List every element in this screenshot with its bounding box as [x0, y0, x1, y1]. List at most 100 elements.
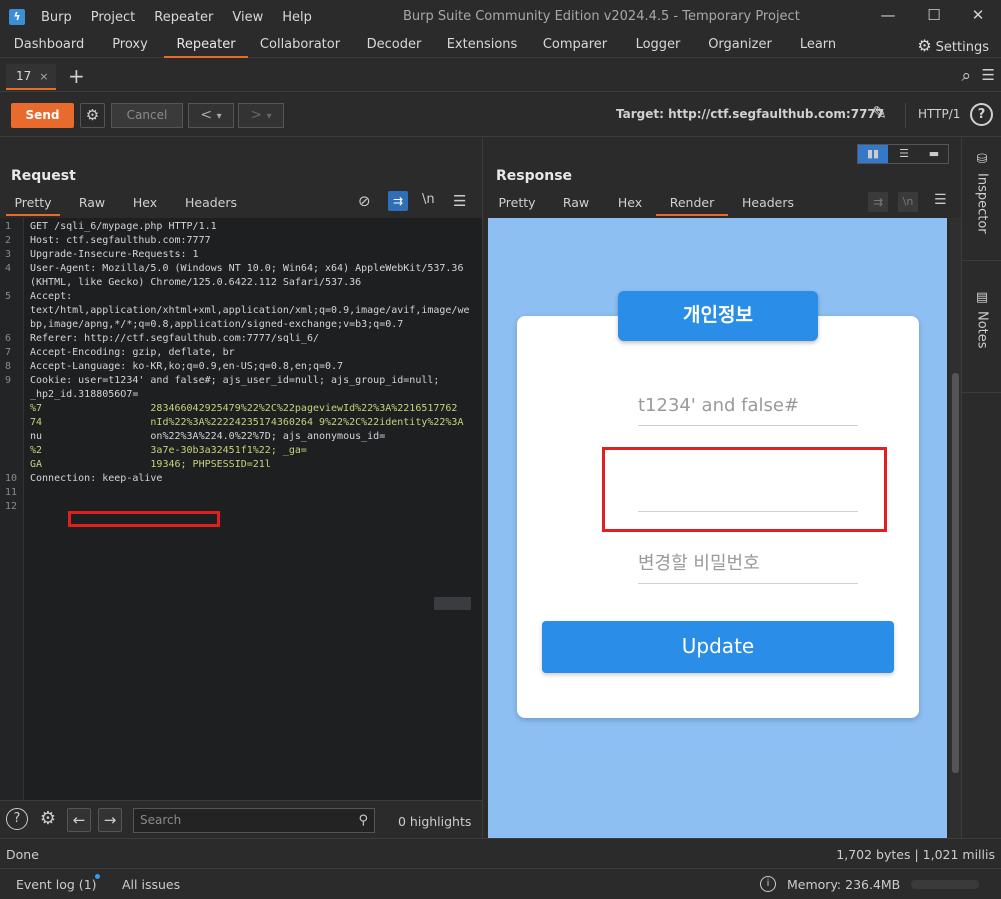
settings-label: Settings [935, 40, 989, 55]
tab-proxy[interactable]: Proxy [100, 34, 160, 58]
request-tab-raw[interactable]: Raw [72, 194, 112, 216]
next-match-icon[interactable]: → [98, 808, 122, 832]
code-line: 3 Upgrade-Insecure-Requests: 1 [5, 249, 199, 260]
tab-extensions[interactable]: Extensions [440, 34, 524, 58]
add-tab-icon[interactable]: + [68, 64, 85, 88]
menu-icon[interactable]: ☰ [934, 192, 947, 208]
response-tab-hex[interactable]: Hex [610, 194, 650, 216]
tab-logger[interactable]: Logger [626, 34, 690, 58]
request-tab-headers[interactable]: Headers [178, 194, 244, 216]
info-icon[interactable]: i [760, 876, 776, 892]
request-tab-hex[interactable]: Hex [124, 194, 166, 216]
memory-label: Memory: 236.4MB [787, 877, 901, 892]
wrap-text-icon[interactable]: ⇉ [388, 191, 408, 211]
code-line: 7 Accept-Encoding: gzip, deflate, br [5, 347, 235, 358]
help-icon[interactable]: ? [6, 808, 28, 830]
event-log-button[interactable]: Event log (1) [16, 877, 97, 892]
newline-icon[interactable]: \n [898, 192, 918, 212]
tab-dashboard[interactable]: Dashboard [5, 34, 93, 58]
gear-icon[interactable]: ⚙ [36, 808, 60, 832]
split-horizontal-icon[interactable]: ▮▮ [858, 145, 888, 163]
search-icon[interactable]: ⌕ [961, 66, 971, 86]
right-sidebar: ⛁ Inspector ▤ Notes [961, 138, 1001, 838]
gear-icon[interactable]: ⚙ [80, 103, 105, 128]
request-editor[interactable]: 1 GET /sqli_6/mypage.php HTTP/1.1 2 Host: … [0, 218, 482, 800]
close-tab-icon[interactable]: × [39, 70, 48, 83]
menu-icon[interactable]: ☰ [982, 66, 995, 84]
repeater-toolbar: Send ⚙ Cancel < ▾ > ▾ Target: http://ctf… [0, 93, 1001, 137]
http-version[interactable]: HTTP/1 [918, 107, 960, 121]
code-line: 4 User-Agent: Mozilla/5.0 (Windows NT 10.… [5, 263, 464, 274]
code-line: 74 nId%22%3A%22224235174360264 9%22%2C%2… [30, 417, 464, 428]
split-vertical-icon[interactable]: ☰ [889, 145, 919, 163]
newline-icon[interactable]: \n [422, 192, 435, 207]
notification-dot [95, 874, 100, 879]
menu-bar: Burp Project Repeater View Help [41, 10, 331, 25]
memory-bar [911, 880, 979, 889]
menu-icon[interactable]: ☰ [453, 192, 466, 210]
help-icon[interactable]: ? [970, 103, 993, 126]
notes-label: Notes [974, 311, 990, 349]
profile-card: 개인정보 t1234' and false# 변경할 비밀번호 Update [517, 291, 919, 718]
send-button[interactable]: Send [11, 103, 74, 128]
request-panel: Request Pretty Raw Hex Headers ⊘ ⇉ \n ☰ … [0, 138, 483, 838]
prev-match-icon[interactable]: ← [67, 808, 91, 832]
scroll-thumb[interactable] [952, 373, 959, 773]
response-tab-headers[interactable]: Headers [734, 194, 802, 216]
request-tab-pretty[interactable]: Pretty [6, 194, 60, 216]
menu-help[interactable]: Help [282, 10, 312, 25]
menu-project[interactable]: Project [91, 10, 135, 25]
tab-collaborator[interactable]: Collaborator [252, 34, 348, 58]
repeater-tab-label: 17 [16, 69, 32, 83]
response-tab-render[interactable]: Render [656, 194, 728, 216]
field-highlight-box [602, 447, 887, 532]
close-window-icon[interactable]: ✕ [968, 6, 988, 24]
tab-repeater[interactable]: Repeater [164, 34, 248, 58]
edit-target-icon[interactable]: ✎ [872, 103, 887, 124]
menu-repeater[interactable]: Repeater [154, 10, 213, 25]
all-issues-button[interactable]: All issues [122, 877, 180, 892]
tab-decoder[interactable]: Decoder [356, 34, 432, 58]
inspector-tab[interactable]: ⛁ Inspector [962, 152, 1001, 238]
hide-eye-icon[interactable]: ⊘ [358, 192, 371, 210]
forward-button[interactable]: > ▾ [238, 103, 284, 128]
repeater-tab-17[interactable]: 17 × [6, 64, 56, 90]
settings-button[interactable]: ⚙ Settings [917, 34, 989, 58]
back-button[interactable]: < ▾ [188, 103, 234, 128]
status-text: Done [6, 847, 39, 862]
response-tab-pretty[interactable]: Pretty [492, 194, 542, 216]
maximize-icon[interactable]: ☐ [924, 6, 944, 24]
code-line: nu on%22%3A%224.0%22%7D; ajs_anonymous_i… [30, 431, 386, 442]
tab-comparer[interactable]: Comparer [535, 34, 615, 58]
code-line: text/html,application/xhtml+xml,applicat… [30, 305, 470, 316]
code-line: 6 Referer: http://ctf.segfaulthub.com:777… [5, 333, 319, 344]
search-input[interactable]: Search ⚲ [133, 808, 375, 833]
repeater-tab-bar: 17 × + ⌕ ☰ [0, 60, 1001, 92]
update-button[interactable]: Update [542, 621, 894, 673]
new-password-field[interactable]: 변경할 비밀번호 [638, 544, 858, 584]
selection-block [434, 597, 471, 610]
search-placeholder: Search [140, 813, 182, 827]
response-scrollbar[interactable] [950, 218, 961, 838]
code-line: (KHTML, like Gecko) Chrome/125.0.6422.11… [30, 277, 362, 288]
tab-organizer[interactable]: Organizer [700, 34, 780, 58]
notes-tab[interactable]: ▤ Notes [962, 290, 1001, 353]
single-view-icon[interactable]: ▬ [919, 145, 949, 163]
code-line: 1 GET /sqli_6/mypage.php HTTP/1.1 [5, 221, 217, 232]
response-tab-raw[interactable]: Raw [556, 194, 596, 216]
layout-toggle: ▮▮ ☰ ▬ [857, 144, 949, 164]
code-line: _hp2_id.3188056O7= [30, 389, 139, 400]
wrap-text-icon[interactable]: ⇉ [868, 192, 888, 212]
inspector-label: Inspector [974, 173, 990, 234]
menu-view[interactable]: View [232, 10, 263, 25]
highlights-count: 0 highlights [398, 814, 472, 829]
menu-burp[interactable]: Burp [41, 10, 72, 25]
minimize-icon[interactable]: — [878, 6, 898, 24]
code-line: 8 Accept-Language: ko-KR,ko;q=0.9,en-US;q… [5, 361, 344, 372]
response-panel: ▮▮ ☰ ▬ Response Pretty Raw Hex Render He… [484, 138, 961, 838]
user-id-field[interactable]: t1234' and false# [638, 386, 858, 426]
tab-learn[interactable]: Learn [790, 34, 846, 58]
response-title: Response [496, 168, 573, 184]
code-line: 9 Cookie: user=t1234' and false#; ajs_use… [5, 375, 440, 386]
cancel-button[interactable]: Cancel [111, 103, 183, 128]
